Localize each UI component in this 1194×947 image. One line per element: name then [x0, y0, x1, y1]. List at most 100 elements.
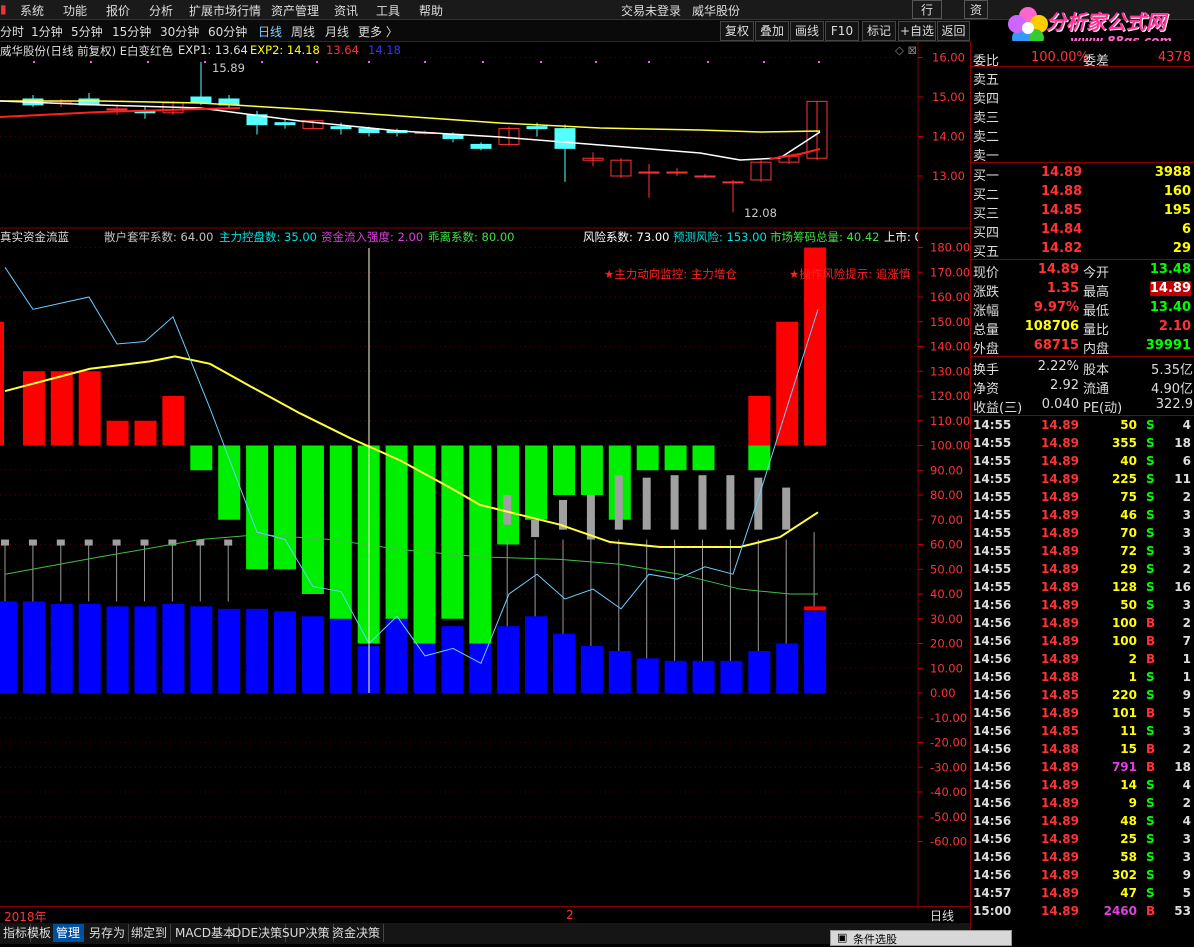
period-1min[interactable]: 1分钟 [31, 23, 63, 40]
tick-side: S [1146, 832, 1155, 846]
buy-level-row[interactable]: 买一 14.89 3988 [971, 164, 1194, 184]
stat-label: 现价 [973, 266, 1000, 281]
buy-level-row[interactable]: 买二 14.88 160 [971, 183, 1194, 203]
tick-price: 14.88 [1041, 742, 1079, 756]
buy-level-volume: 29 [1172, 241, 1191, 256]
period-daily[interactable]: 日线 [258, 23, 282, 40]
green-bar [301, 445, 324, 594]
blue-bar [720, 660, 743, 693]
period-indicator[interactable]: 日线 [930, 907, 954, 924]
period-intraday[interactable]: 分时 [0, 23, 24, 40]
red-cap [804, 606, 827, 611]
buy-level-row[interactable]: 买五 14.82 29 [971, 240, 1194, 260]
sell-level-row[interactable]: 卖四 [971, 87, 1194, 107]
menu-extended-market[interactable]: 扩展市场行情 [189, 2, 261, 19]
tick-row: 14:56 14.89 58 S 3 [971, 849, 1194, 867]
tick-row: 14:56 14.89 302 S 9 [971, 867, 1194, 885]
stat-label: 涨跌 [973, 285, 1000, 300]
tick-row: 14:56 14.89 48 S 4 [971, 813, 1194, 831]
signal-dot [90, 61, 92, 63]
buy-level-row[interactable]: 买三 14.85 195 [971, 202, 1194, 222]
buy-level-label: 买四 [973, 226, 1000, 241]
divider [971, 415, 1194, 416]
tick-price: 14.89 [1041, 454, 1079, 468]
tab-manage[interactable]: 管理 [53, 924, 85, 942]
sell-level-label: 卖三 [973, 111, 1000, 126]
tick-volume: 9 [1128, 796, 1137, 810]
candle-body [554, 128, 576, 149]
menu-news[interactable]: 资讯 [334, 2, 358, 19]
param-predict-risk: 预测风险: 153.00 [673, 230, 767, 244]
menu-system[interactable]: 系统 [20, 2, 44, 19]
green-bar [469, 445, 492, 644]
mark-button[interactable]: 标记 [862, 21, 896, 41]
divider [971, 162, 1194, 163]
period-15min[interactable]: 15分钟 [112, 23, 151, 40]
tick-time: 14:55 [973, 580, 1012, 594]
tick-price: 14.89 [1041, 580, 1079, 594]
menu-function[interactable]: 功能 [63, 2, 87, 19]
sell-level-label: 卖五 [973, 73, 1000, 88]
red-bar [748, 396, 771, 446]
draw-line-button[interactable]: 画线 [790, 21, 824, 41]
indicator-name[interactable]: 真实资金流蓝 [0, 229, 69, 245]
sell-level-row[interactable]: 卖一 [971, 144, 1194, 164]
period-5min[interactable]: 5分钟 [71, 23, 103, 40]
f10-button[interactable]: F10 [825, 21, 859, 41]
tick-price: 14.89 [1041, 886, 1079, 900]
period-60min[interactable]: 60分钟 [208, 23, 247, 40]
period-more[interactable]: 更多 〉 [358, 23, 398, 40]
tick-count: 3 [1182, 850, 1191, 864]
tick-time: 15:00 [973, 904, 1012, 918]
kline-settings-icon[interactable]: ◇ ⊠ [895, 43, 917, 57]
overlay-button[interactable]: 叠加 [755, 21, 789, 41]
period-weekly[interactable]: 周线 [291, 23, 315, 40]
chart-canvas[interactable]: 16.0015.0014.0013.00 180.00170.00160.001… [0, 41, 970, 907]
tick-volume: 101 [1111, 706, 1137, 720]
back-button[interactable]: 返回 [937, 21, 970, 41]
menu-analysis[interactable]: 分析 [149, 2, 173, 19]
tick-side: S [1146, 544, 1155, 558]
tab-save-as[interactable]: 另存为 [86, 924, 130, 942]
tick-time: 14:55 [973, 454, 1012, 468]
tick-row: 14:56 14.89 101 B 5 [971, 705, 1194, 723]
add-favorite-button[interactable]: +自选 [898, 21, 936, 41]
tick-volume: 75 [1120, 490, 1137, 504]
wei-diff-value: 4378 [1157, 50, 1191, 65]
trade-status[interactable]: 交易未登录 [621, 2, 681, 19]
menu-help[interactable]: 帮助 [419, 2, 443, 19]
stat-value: 9.97% [1033, 300, 1079, 315]
menu-asset[interactable]: 资产管理 [271, 2, 319, 19]
param-chip-total: 市场筹码总量: 40.42 [770, 230, 880, 244]
buy-level-label: 买五 [973, 245, 1000, 260]
tab-template[interactable]: 模板 [24, 924, 56, 942]
tab-sup[interactable]: SUP决策 [279, 924, 334, 942]
signal-dot [818, 61, 820, 63]
tick-time: 14:55 [973, 508, 1012, 522]
period-30min[interactable]: 30分钟 [160, 23, 199, 40]
tick-side: S [1146, 796, 1155, 810]
tick-count: 16 [1174, 580, 1191, 594]
restore-right-button[interactable]: 复权 [720, 21, 754, 41]
signal-dot [763, 61, 765, 63]
tick-row: 14:56 14.89 25 S 3 [971, 831, 1194, 849]
menu-tools[interactable]: 工具 [376, 2, 400, 19]
quote-button[interactable]: 行 [912, 0, 942, 19]
menu-quote[interactable]: 报价 [106, 2, 130, 19]
sell-level-row[interactable]: 卖二 [971, 125, 1194, 145]
stat-value: 13.40 [1149, 300, 1191, 315]
asset-button[interactable]: 资 [964, 0, 988, 19]
red-bar [0, 321, 4, 446]
sell-level-row[interactable]: 卖五 [971, 68, 1194, 88]
tab-bind[interactable]: 绑定到 [128, 924, 172, 942]
tab-fund-decision[interactable]: 资金决策 [329, 924, 385, 942]
fundamental-label: 股本 [1083, 363, 1110, 378]
app-icon[interactable]: ▮ [0, 2, 7, 16]
sell-level-row[interactable]: 卖三 [971, 106, 1194, 126]
indicator-axis-label: 50.00 [930, 562, 963, 576]
tab-dde[interactable]: DDE决策 [229, 924, 287, 942]
tick-side: B [1146, 616, 1156, 630]
chart-area[interactable]: 16.00 15.00 14.00 13.00 180.00 170.00 160.00 1… [0, 41, 970, 907]
buy-level-row[interactable]: 买四 14.84 6 [971, 221, 1194, 241]
period-monthly[interactable]: 月线 [325, 23, 349, 40]
